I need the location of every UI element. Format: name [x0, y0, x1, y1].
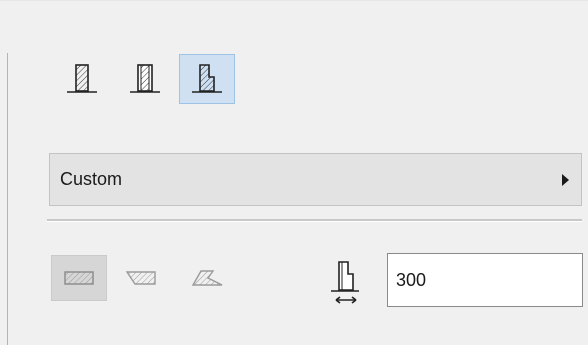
- double-slanted-wall-button[interactable]: [180, 255, 236, 301]
- section-divider: [47, 219, 582, 222]
- straight-wall-button[interactable]: [51, 255, 107, 301]
- profile-dropdown[interactable]: Custom: [49, 153, 582, 206]
- wall-height-icon: [331, 261, 359, 304]
- slanted-wall-button[interactable]: [113, 255, 169, 301]
- double-slanted-wall-icon: [191, 270, 223, 286]
- panel-left-border: [7, 53, 8, 345]
- panel-top-border: [0, 0, 588, 1]
- straight-wall-icon: [64, 271, 94, 285]
- wall-composite-icon: [130, 64, 160, 93]
- height-input[interactable]: [387, 253, 583, 307]
- wall-profile-button[interactable]: [179, 54, 235, 104]
- wall-basic-icon: [67, 64, 97, 93]
- chevron-right-icon: [562, 173, 569, 186]
- wall-composite-button[interactable]: [117, 54, 173, 104]
- wall-basic-button[interactable]: [54, 54, 110, 104]
- wall-settings-panel: Custom: [0, 0, 588, 345]
- profile-dropdown-value: Custom: [60, 169, 123, 189]
- slanted-wall-icon: [125, 271, 156, 285]
- wall-profile-icon: [192, 64, 222, 93]
